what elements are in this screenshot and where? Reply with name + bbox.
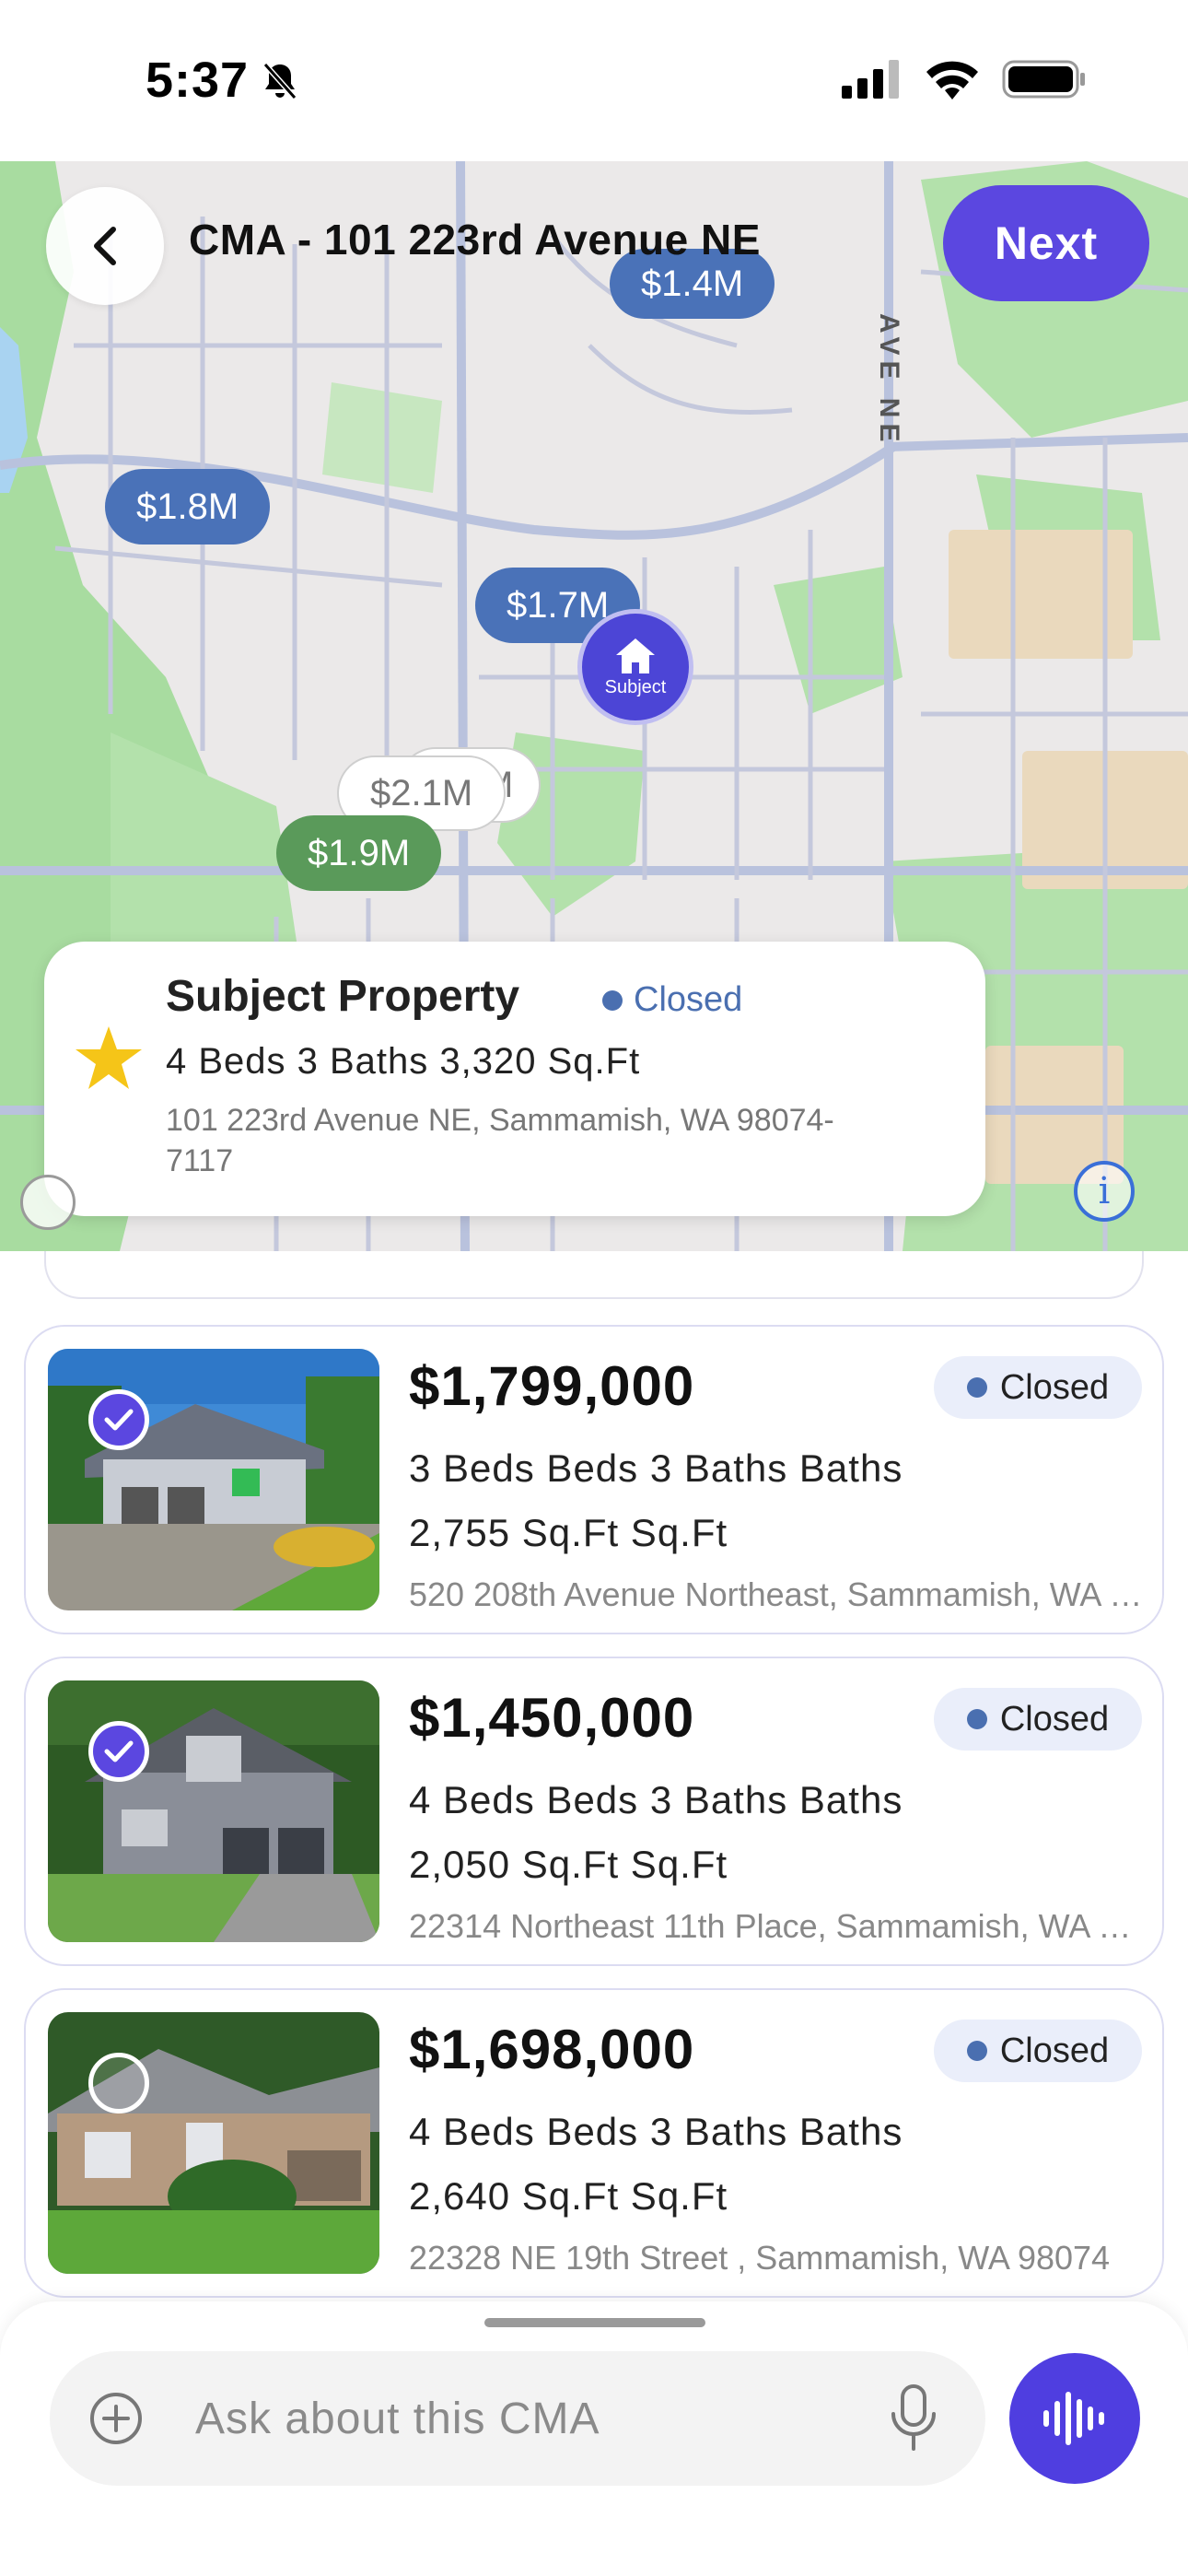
wifi-icon <box>926 61 978 100</box>
bell-slash-icon <box>262 63 297 100</box>
listing-address: 22314 Northeast 11th Place, Sammamish, W… <box>409 1907 1146 1945</box>
status-label: Closed <box>999 1367 1110 1407</box>
drag-handle[interactable] <box>484 2318 705 2327</box>
plus-circle-icon[interactable] <box>88 2391 144 2446</box>
map-attribution-logo[interactable] <box>20 1175 76 1230</box>
listing-sqft: 2,755 Sq.Ft Sq.Ft <box>409 1511 728 1554</box>
subject-address: 101 223rd Avenue NE, Sammamish, WA 98074… <box>166 1103 834 1179</box>
status-badge: Closed <box>602 980 742 1020</box>
select-checkbox[interactable] <box>88 1389 149 1450</box>
listing-beds-baths: 4 Beds Beds 3 Baths Baths <box>409 2110 903 2153</box>
chat-panel: Ask about this CMA <box>0 2301 1188 2576</box>
select-checkbox[interactable] <box>88 1721 149 1782</box>
microphone-icon[interactable] <box>888 2384 939 2453</box>
voice-mode-button[interactable] <box>1009 2353 1140 2484</box>
listing-beds-baths: 3 Beds Beds 3 Baths Baths <box>409 1446 903 1490</box>
chat-placeholder: Ask about this CMA <box>195 2395 600 2443</box>
next-button[interactable]: Next <box>943 185 1149 301</box>
status-label: Closed <box>634 980 743 1019</box>
back-arrow-icon <box>94 227 116 265</box>
info-icon[interactable]: i <box>1074 1161 1135 1222</box>
subject-specs: 4 Beds 3 Baths 3,320 Sq.Ft <box>166 1041 641 1082</box>
battery-icon <box>1002 60 1085 99</box>
listing-card[interactable]: $1,799,000 Closed 3 Beds Beds 3 Baths Ba… <box>24 1325 1164 1634</box>
status-badge: Closed <box>934 2020 1142 2082</box>
status-time: 5:37 <box>146 53 250 108</box>
status-dot <box>966 2041 987 2061</box>
house-photo <box>48 1349 379 1610</box>
listing-card[interactable]: $1,698,000 Closed 4 Beds Beds 3 Baths Ba… <box>24 1988 1164 2298</box>
listing-price: $1,799,000 <box>409 1355 695 1417</box>
listing-sqft: 2,050 Sq.Ft Sq.Ft <box>409 1843 728 1886</box>
listing-card[interactable]: $1,450,000 Closed 4 Beds Beds 3 Baths Ba… <box>24 1657 1164 1966</box>
status-badge: Closed <box>934 1356 1142 1419</box>
listing-price: $1,450,000 <box>409 1687 695 1749</box>
subject-title: Subject Property <box>166 972 520 1021</box>
map-pin[interactable]: $1.9M <box>276 815 442 891</box>
page-title: CMA - 101 223rd Avenue NE <box>189 216 761 263</box>
subject-property-card[interactable]: Subject Property Closed 4 Beds 3 Baths 3… <box>44 942 985 1216</box>
listing-sqft: 2,640 Sq.Ft Sq.Ft <box>409 2174 728 2218</box>
status-badge: Closed <box>934 1688 1142 1751</box>
subject-pin-label: Subject <box>604 676 667 697</box>
back-button[interactable] <box>46 187 164 305</box>
status-dot <box>966 1709 987 1729</box>
check-icon <box>104 1740 134 1762</box>
listing-photo[interactable] <box>48 2012 379 2274</box>
comparables-list[interactable]: $1,799,000 Closed 3 Beds Beds 3 Baths Ba… <box>0 1251 1188 2311</box>
voice-wave-icon <box>1043 2392 1104 2445</box>
select-checkbox[interactable] <box>88 2053 149 2113</box>
status-bar: 5:37 <box>0 0 1188 161</box>
status-label: Closed <box>999 1699 1110 1739</box>
listing-photo[interactable] <box>48 1680 379 1942</box>
signal-icon <box>842 60 899 99</box>
star-icon <box>76 1026 142 1089</box>
status-label: Closed <box>999 2031 1110 2070</box>
status-icons <box>842 59 1087 100</box>
map-view[interactable]: $1.4M $1.8M $1.7M M $2.1M $1.9M Subject … <box>0 161 1188 1251</box>
check-icon <box>104 1409 134 1431</box>
subject-map-pin[interactable]: Subject <box>577 609 693 725</box>
status-dot <box>602 989 623 1011</box>
list-card-edge <box>44 1251 1144 1299</box>
status-dot <box>966 1377 987 1398</box>
street-label: AVE NE <box>874 313 904 448</box>
listing-address: 520 208th Avenue Northeast, Sammamish, W… <box>409 1575 1146 1613</box>
home-icon <box>616 638 655 673</box>
house-photo <box>48 2012 379 2274</box>
map-pin[interactable]: $1.8M <box>105 469 271 544</box>
house-photo <box>48 1680 379 1942</box>
chat-input-field[interactable]: Ask about this CMA <box>50 2351 985 2486</box>
listing-beds-baths: 4 Beds Beds 3 Baths Baths <box>409 1778 903 1821</box>
listing-address: 22328 NE 19th Street , Sammamish, WA 980… <box>409 2239 1111 2277</box>
listing-photo[interactable] <box>48 1349 379 1610</box>
listing-price: $1,698,000 <box>409 2019 695 2080</box>
